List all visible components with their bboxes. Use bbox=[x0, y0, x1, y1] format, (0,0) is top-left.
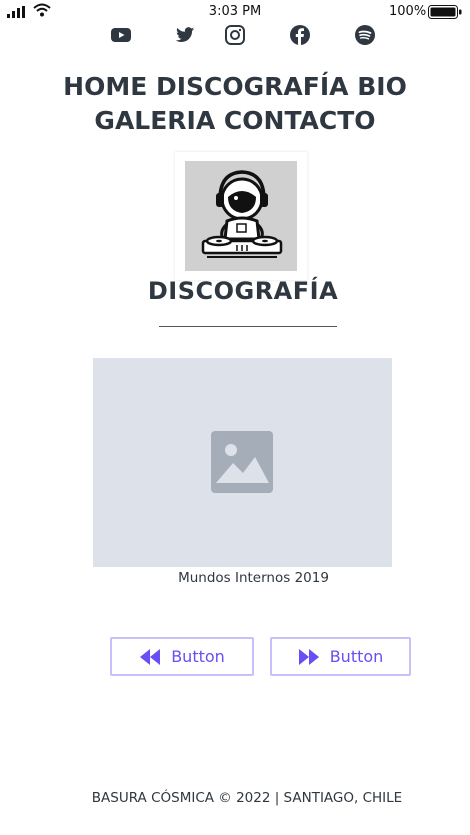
fast-forward-icon bbox=[298, 648, 319, 665]
footer: BASURA CÓSMICA © 2022 | SANTIAGO, CHILE bbox=[91, 790, 403, 806]
nav-galeria[interactable]: GALERIA bbox=[94, 106, 215, 135]
nav-home[interactable]: HOME bbox=[63, 72, 147, 101]
status-bar: 3:03 PM 100% bbox=[0, 0, 470, 26]
image-placeholder-icon bbox=[211, 431, 273, 493]
previous-button-label: Button bbox=[171, 647, 225, 666]
astronaut-dj-icon bbox=[201, 170, 283, 258]
youtube-icon[interactable] bbox=[110, 24, 132, 46]
next-button[interactable]: Button bbox=[270, 637, 411, 676]
album-cover-placeholder bbox=[93, 358, 392, 567]
album-caption: Mundos Internos 2019 bbox=[178, 570, 329, 586]
logo-background bbox=[185, 161, 297, 271]
title-divider bbox=[159, 326, 337, 327]
facebook-icon[interactable] bbox=[289, 24, 311, 46]
nav-discografia[interactable]: DISCOGRAFÍA bbox=[156, 72, 349, 101]
twitter-icon[interactable] bbox=[174, 24, 196, 46]
rewind-icon bbox=[140, 648, 161, 665]
battery-icon bbox=[428, 5, 462, 19]
previous-button[interactable]: Button bbox=[110, 637, 254, 676]
nav-contacto[interactable]: CONTACTO bbox=[224, 106, 376, 135]
next-button-label: Button bbox=[329, 647, 384, 666]
nav-bio[interactable]: BIO bbox=[357, 72, 407, 101]
battery-percentage: 100% bbox=[389, 4, 427, 19]
main-nav: HOME DISCOGRAFÍA BIO GALERIA CONTACTO bbox=[20, 70, 450, 138]
spotify-icon[interactable] bbox=[354, 24, 376, 46]
logo bbox=[175, 152, 307, 280]
instagram-icon[interactable] bbox=[224, 24, 246, 46]
section-title: DISCOGRAFÍA bbox=[147, 277, 339, 305]
